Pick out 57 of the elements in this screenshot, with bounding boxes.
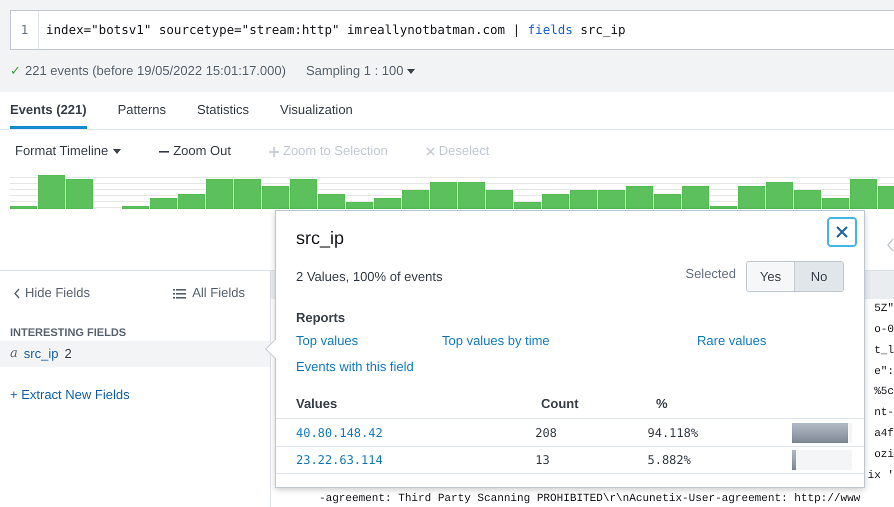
toggle-button[interactable]: No (795, 261, 844, 292)
report-link[interactable]: Top values (296, 331, 442, 351)
popup-title: src_ip (296, 227, 344, 250)
event-text: %5c (874, 385, 894, 400)
chevron-left-icon (14, 288, 20, 300)
caret-icon (113, 149, 122, 154)
value-link[interactable]: 23.22.63.114 (296, 451, 383, 469)
value-link[interactable]: 40.80.148.42 (296, 424, 383, 442)
field-count: 2 (64, 345, 72, 363)
event-count: 221 events (before 19/05/2022 15:01:17.000) (25, 62, 286, 78)
event-text: t_l (874, 344, 894, 359)
hide-fields-link[interactable]: Hide Fields (14, 283, 90, 302)
event-text: ozi (874, 448, 894, 463)
caret-icon (407, 68, 416, 74)
field-type-icon: a (10, 344, 18, 364)
search-field[interactable]: 1 index="botsv1" sourcetype="stream:http" imreallynotbatman.com | fields src_ip (10, 10, 894, 50)
column-header: Count (541, 395, 580, 412)
reports-heading: Reports (296, 309, 346, 327)
field-item[interactable]: a src_ip 2 (0, 341, 270, 366)
toolbar-button[interactable]: Format Timeline (15, 141, 122, 161)
close-icon (426, 147, 435, 156)
sampling-dropdown[interactable]: Sampling 1 : 100 (306, 60, 416, 80)
tab[interactable]: Statistics (197, 92, 250, 129)
tab[interactable]: Visualization (280, 92, 353, 129)
table-cell-text: 13 (535, 452, 551, 469)
tab[interactable]: Events (221) (10, 92, 87, 129)
event-text: 5Z" (874, 302, 894, 317)
column-header: Values (296, 395, 338, 412)
report-link[interactable]: Events with this field (296, 357, 442, 377)
chevron-left-icon (886, 238, 894, 252)
selected-label: Selected (685, 264, 736, 283)
line-number: 1 (11, 11, 39, 49)
toggle-button[interactable]: Yes (746, 261, 795, 292)
tab[interactable]: Patterns (118, 92, 166, 129)
plus-icon (269, 146, 279, 157)
column-header: % (656, 395, 669, 412)
table-cell-text: 5.882% (648, 452, 692, 469)
report-link[interactable]: Rare values (697, 331, 847, 351)
field-name: src_ip (24, 345, 58, 363)
values-summary: 2 Values, 100% of events (296, 268, 442, 286)
list-icon (173, 288, 186, 300)
event-text: e": (874, 364, 894, 380)
close-button[interactable] (827, 217, 857, 247)
event-text: -agreement: Third Party Scanning PROHIBITED\r\nAcunetix-User-agreement: http://www (318, 492, 860, 507)
extract-fields-link[interactable]: + Extract New Fields (0, 366, 140, 422)
event-text: nt- (874, 406, 894, 422)
event-text: o-0 (874, 322, 894, 338)
table-cell-text: 94.118% (648, 424, 700, 442)
event-text: a4f (874, 427, 894, 442)
check-icon: ✓ (10, 62, 21, 78)
event-text: ix ' (868, 468, 894, 484)
report-link[interactable]: Top values by time (442, 331, 697, 351)
close-icon (836, 226, 848, 238)
all-fields-link[interactable]: All Fields (173, 283, 245, 302)
table-cell-text: 208 (535, 424, 558, 442)
section-heading: INTERESTING FIELDS (9, 326, 128, 340)
toolbar-button[interactable]: Zoom Out (159, 141, 231, 161)
